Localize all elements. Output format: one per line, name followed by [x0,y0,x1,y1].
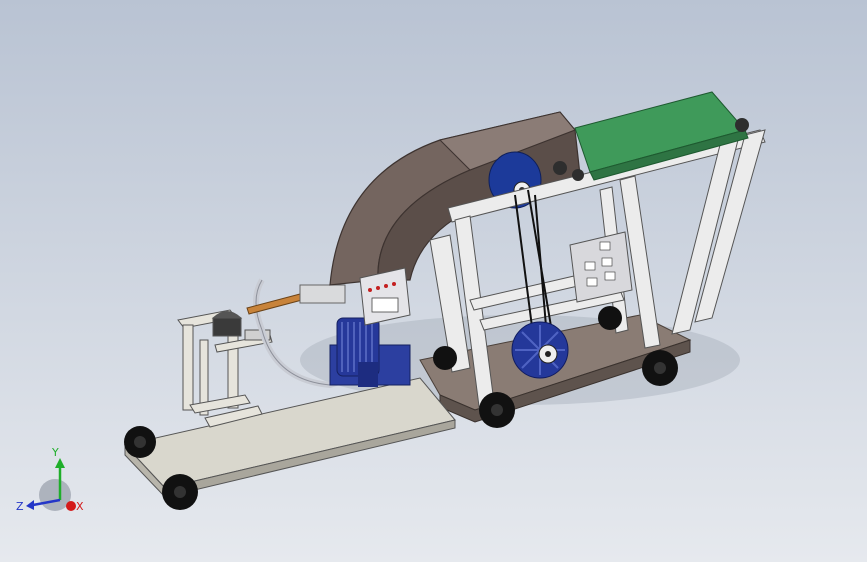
triad-x-axis-dot [66,501,76,511]
right-control-panel[interactable] [569,231,633,303]
front-control-box[interactable] [359,267,411,326]
wheel-front-left[interactable] [124,426,156,458]
orientation-triad[interactable]: Y Z X [16,446,84,513]
triad-label-z: Z [16,500,24,513]
triad-label-x: X [76,500,84,513]
machine-assembly-model[interactable]: Y Z X [0,0,867,562]
wheel-mid[interactable] [433,346,457,370]
wheel-front-right[interactable] [162,474,198,510]
lower-gear-motor[interactable] [511,321,569,379]
wheel-rear-center[interactable] [479,392,515,428]
triad-y-arrow-icon [55,458,65,468]
wooden-feed-rod[interactable] [246,284,346,315]
triad-z-arrow-icon [26,500,34,510]
cad-viewport[interactable]: Y Z X [0,0,867,562]
wheel-rear-far[interactable] [598,306,622,330]
wheel-rear-right[interactable] [642,350,678,386]
triad-label-y: Y [51,446,59,459]
